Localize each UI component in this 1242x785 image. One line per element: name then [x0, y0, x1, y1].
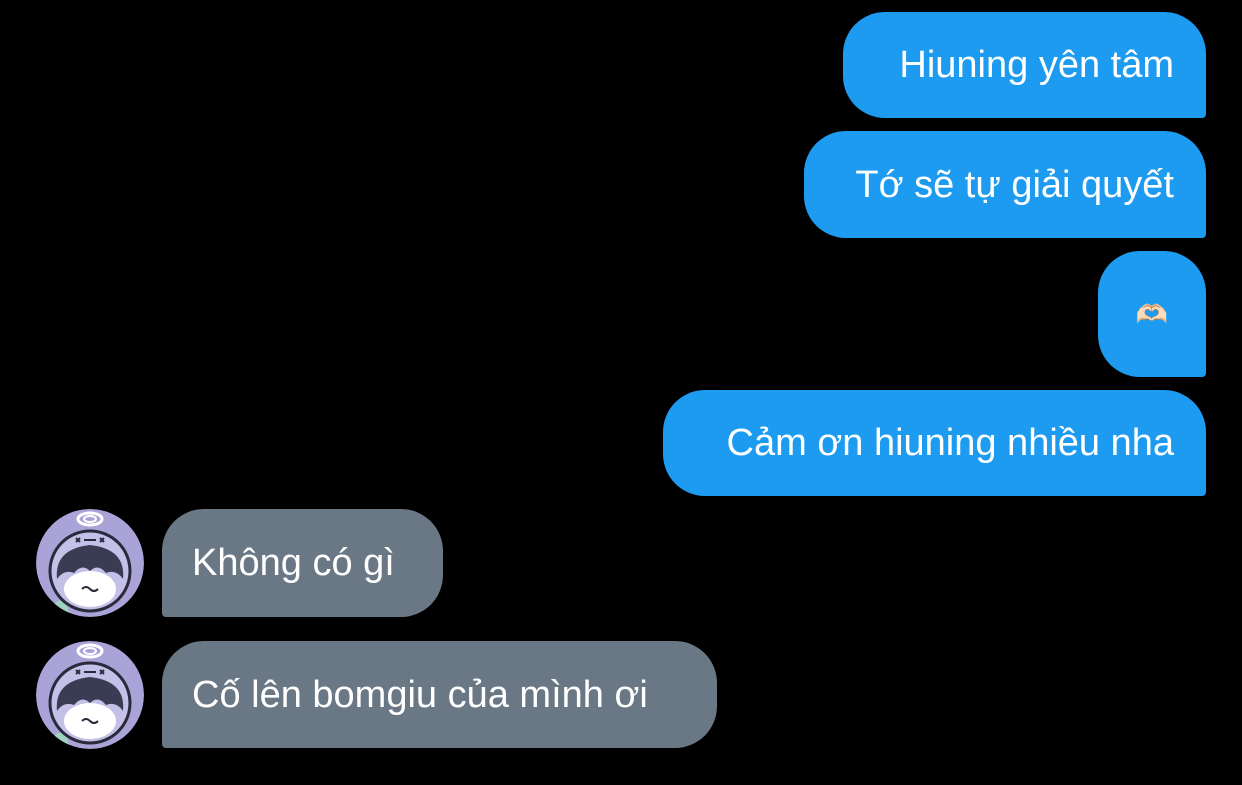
message-text: Tớ sẽ tự giải quyết — [855, 163, 1174, 206]
message-text: Cảm ơn hiuning nhiều nha — [726, 422, 1174, 464]
message-text: Không có gì — [192, 542, 395, 584]
angel-character-avatar — [36, 509, 144, 617]
angel-character-avatar — [36, 641, 144, 749]
message-text: Hiuning yên tâm — [899, 44, 1174, 86]
outgoing-message[interactable]: Tớ sẽ tự giải quyết — [804, 131, 1206, 238]
avatar[interactable] — [36, 641, 144, 749]
heart-hands-emoji: 🫶🏻 — [1135, 299, 1169, 329]
outgoing-message[interactable]: Cảm ơn hiuning nhiều nha — [663, 390, 1206, 496]
avatar[interactable] — [36, 509, 144, 617]
incoming-message[interactable]: Cố lên bomgiu của mình ơi — [162, 641, 717, 748]
outgoing-message[interactable]: 🫶🏻 — [1098, 251, 1206, 377]
incoming-message[interactable]: Không có gì — [162, 509, 443, 617]
outgoing-message[interactable]: Hiuning yên tâm — [843, 12, 1206, 118]
message-text: Cố lên bomgiu của mình ơi — [192, 673, 648, 716]
chat-screen: { "colors": { "background": "#000000", "… — [0, 0, 1242, 785]
